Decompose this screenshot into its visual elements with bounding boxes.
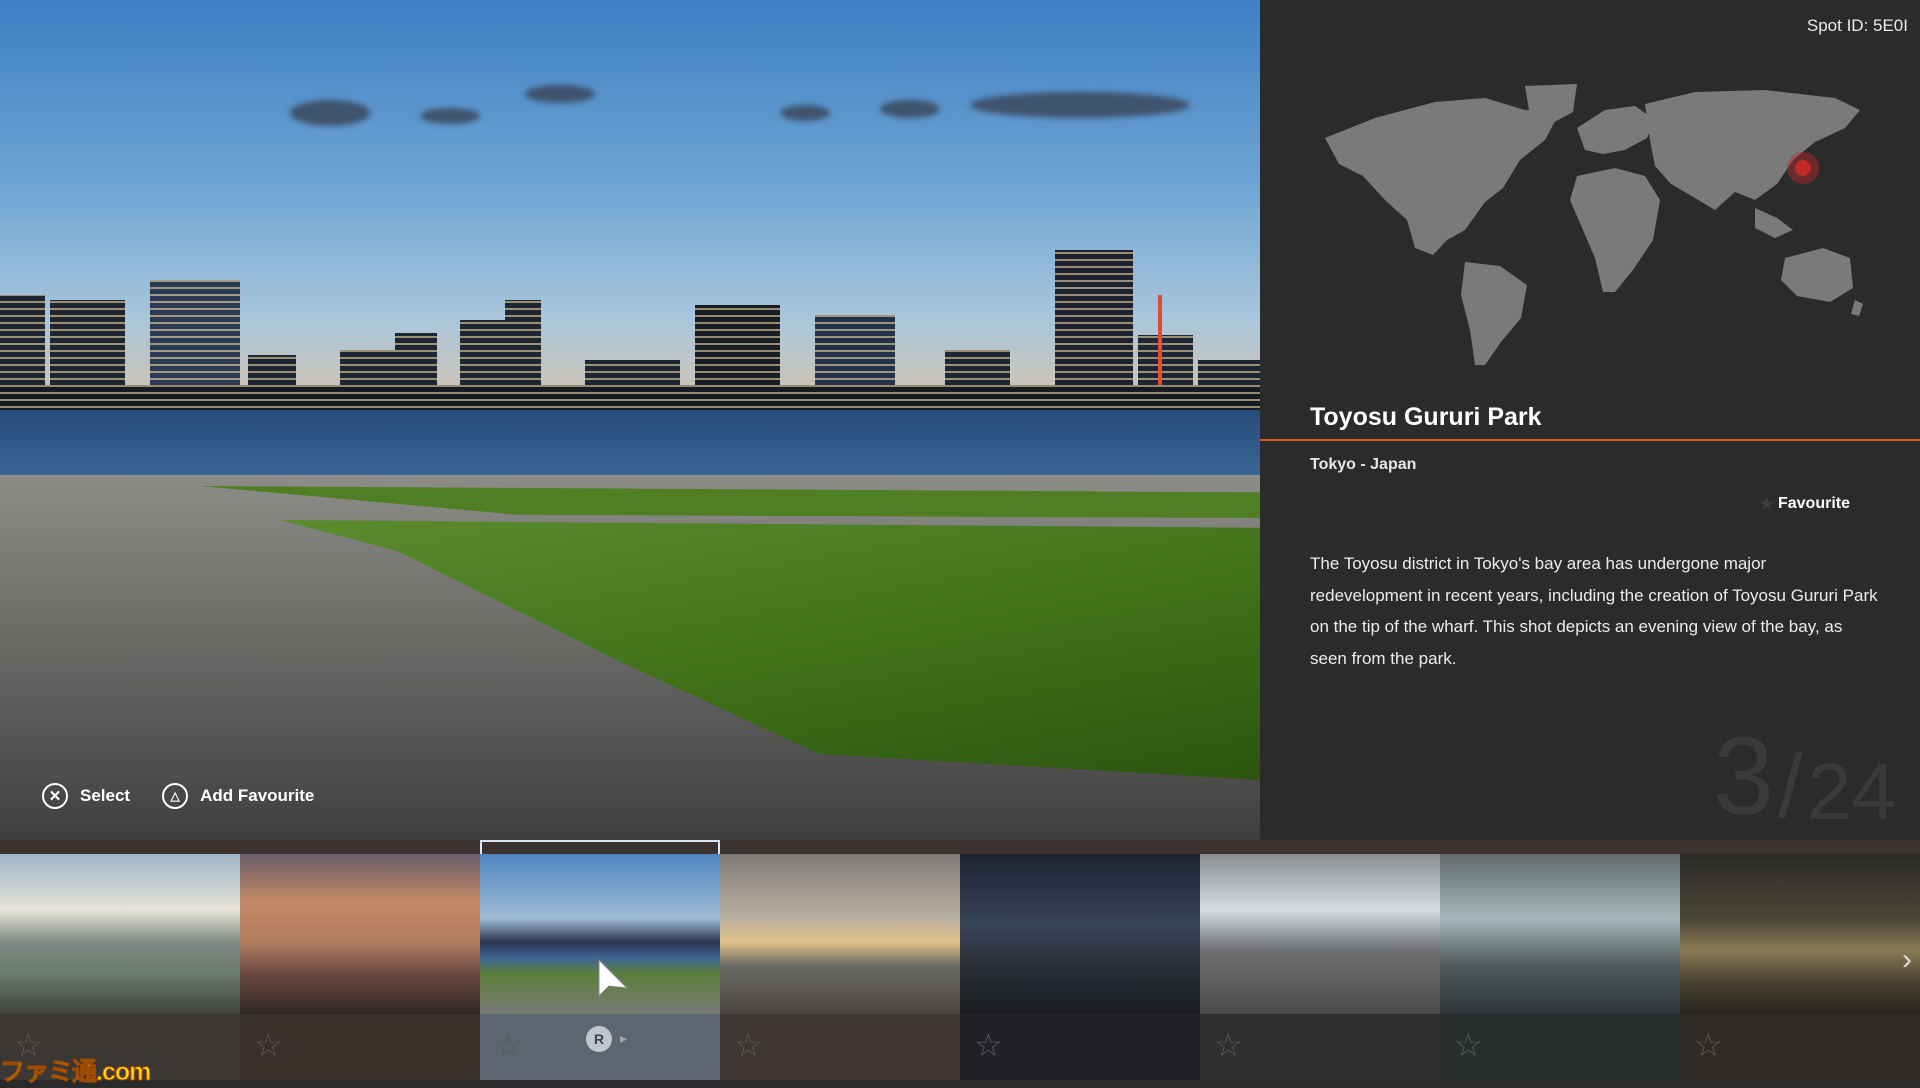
cross-button-icon: ✕ bbox=[42, 783, 68, 809]
cloud bbox=[970, 92, 1190, 118]
select-label: Select bbox=[80, 786, 131, 805]
australia-shape bbox=[1781, 248, 1853, 302]
title-divider bbox=[1260, 439, 1920, 441]
star-icon[interactable]: ☆ bbox=[974, 1026, 1003, 1064]
watermark-logo: ファミ通.com bbox=[0, 1058, 152, 1087]
thumbnail-industrial-night[interactable]: ☆ bbox=[960, 840, 1200, 1080]
star-icon[interactable]: ☆ bbox=[254, 1026, 283, 1064]
thumbnail-image bbox=[1200, 854, 1440, 1014]
africa-shape bbox=[1570, 168, 1660, 292]
add-favourite-label: Add Favourite bbox=[200, 786, 315, 805]
spot-id: Spot ID: 5E0I bbox=[1806, 16, 1908, 35]
thumbnail-image bbox=[1440, 854, 1680, 1014]
counter-current: 3 bbox=[1712, 715, 1774, 838]
star-icon[interactable]: ☆ bbox=[1454, 1026, 1483, 1064]
asia-shape bbox=[1645, 90, 1860, 210]
city-skyline bbox=[0, 170, 1260, 415]
south-america-shape bbox=[1461, 262, 1527, 365]
thumbnail-harbour-dusk[interactable]: ☆ bbox=[720, 840, 960, 1080]
thumbnail-image bbox=[960, 854, 1200, 1014]
north-america-shape bbox=[1325, 98, 1560, 255]
info-panel: Spot ID: 5E0I Toyosu Gururi Park Tokyo -… bbox=[1260, 0, 1920, 840]
europe-shape bbox=[1577, 106, 1655, 154]
spot-title: Toyosu Gururi Park bbox=[1310, 403, 1542, 431]
southeast-asia-shape bbox=[1755, 208, 1793, 238]
button-prompts: ✕ Select △ Add Favourite bbox=[42, 783, 328, 809]
thumbnail-rainbow-bridge-night[interactable]: ☆ bbox=[1680, 840, 1920, 1080]
thumbnail-parking-garage[interactable]: ☆ bbox=[1440, 840, 1680, 1080]
counter-total: 24 bbox=[1807, 747, 1896, 836]
triangle-button-icon: △ bbox=[162, 783, 189, 809]
bay-water bbox=[0, 410, 1260, 480]
thumbnail-image bbox=[240, 854, 480, 1014]
new-zealand-shape bbox=[1851, 300, 1863, 316]
cloud bbox=[780, 105, 830, 121]
star-icon[interactable]: ☆ bbox=[1694, 1026, 1723, 1064]
favourite-status[interactable]: ★ Favourite bbox=[1760, 494, 1850, 514]
thumbnail-image bbox=[1680, 854, 1920, 1014]
play-arrow-icon: ▸ bbox=[620, 1030, 628, 1046]
thumbnail-strip: ☆ ☆ ☆ ☆ ☆ ☆ ☆ ☆ bbox=[0, 840, 1920, 1080]
chevron-right-icon[interactable]: › bbox=[1902, 943, 1912, 977]
thumbnail-curved-overpass[interactable]: ☆ bbox=[1200, 840, 1440, 1080]
cloud bbox=[525, 85, 595, 103]
favourite-label: Favourite bbox=[1777, 495, 1850, 512]
star-icon[interactable]: ☆ bbox=[1214, 1026, 1243, 1064]
star-icon[interactable]: ☆ bbox=[734, 1026, 763, 1064]
spot-description: The Toyosu district in Tokyo's bay area … bbox=[1310, 554, 1878, 668]
select-prompt[interactable]: ✕ Select bbox=[42, 783, 130, 809]
star-icon[interactable]: ☆ bbox=[494, 1026, 523, 1064]
counter-separator: / bbox=[1778, 737, 1804, 837]
add-favourite-prompt[interactable]: △ Add Favourite bbox=[162, 783, 314, 809]
thumbnail-image bbox=[0, 854, 240, 1014]
thumbnail-bay-sunset[interactable]: ☆ bbox=[240, 840, 480, 1080]
thumbnail-bridge-sunrise[interactable]: ☆ bbox=[0, 840, 240, 1080]
location-marker bbox=[1787, 152, 1819, 184]
spot-location: Tokyo - Japan bbox=[1310, 456, 1417, 473]
world-map bbox=[1325, 84, 1863, 365]
thumbnail-image bbox=[720, 854, 960, 1014]
cloud bbox=[880, 100, 940, 118]
pointer-cursor-icon bbox=[598, 958, 629, 998]
star-icon: ★ bbox=[1759, 496, 1774, 513]
spot-counter: 3 / 24 bbox=[1712, 715, 1896, 838]
cloud bbox=[420, 108, 480, 124]
r-button-icon[interactable]: R bbox=[586, 1026, 612, 1052]
cloud bbox=[290, 100, 370, 126]
preview-photo: ✕ Select △ Add Favourite bbox=[0, 0, 1260, 840]
